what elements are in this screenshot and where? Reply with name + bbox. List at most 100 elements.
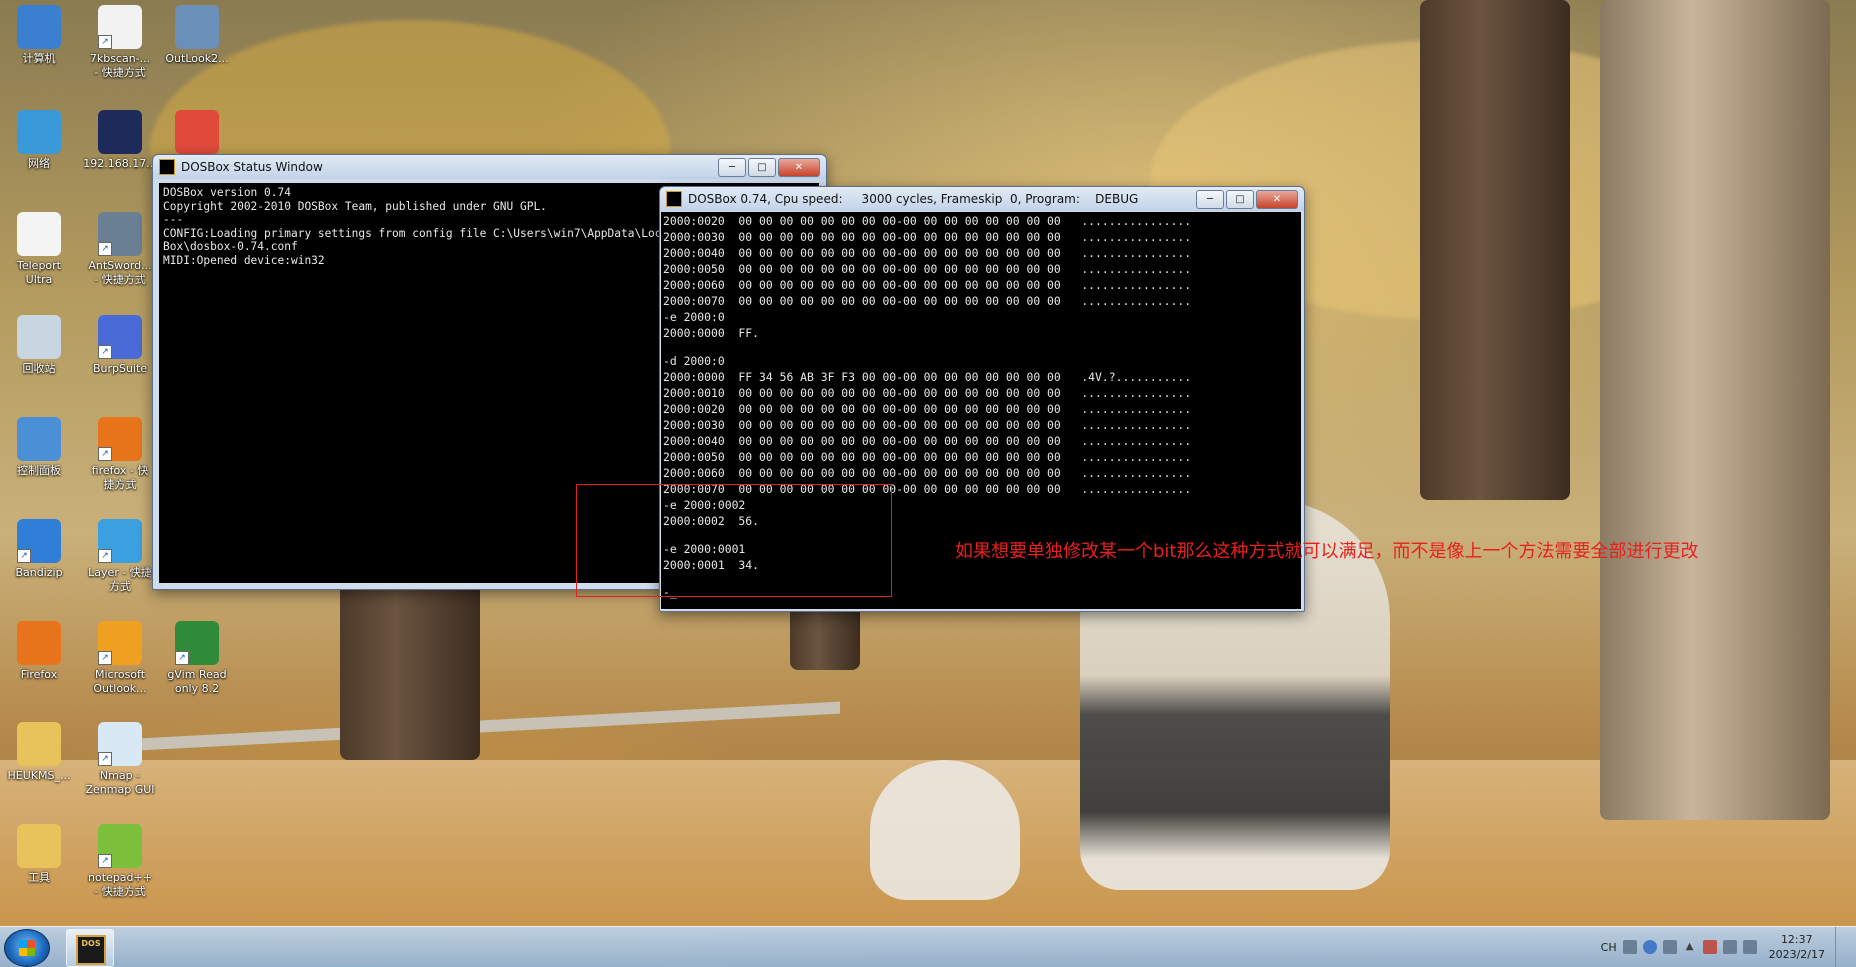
start-button[interactable] <box>4 929 50 967</box>
shortcut-arrow-icon: ↗ <box>98 854 112 868</box>
firefox-icon <box>17 621 61 665</box>
desktop-icon[interactable] <box>158 110 236 157</box>
desktop-icon-label: 计算机 <box>22 52 56 65</box>
windows-logo-icon <box>19 940 35 956</box>
layer-icon: ↗ <box>98 519 142 563</box>
desktop-icon[interactable]: OutLook2... <box>158 5 236 66</box>
network-status-icon[interactable] <box>1722 940 1737 954</box>
annotation-note: 如果想要单独修改某一个bit那么这种方式就可以满足，而不是像上一个方法需要全部进… <box>955 541 1699 562</box>
desktop-icon[interactable]: ↗ AntSword... - 快捷方式 <box>81 212 159 287</box>
console-line: 2000:0020 00 00 00 00 00 00 00 00-00 00 … <box>663 214 1192 228</box>
desktop-icon[interactable]: ↗ firefox - 快 捷方式 <box>81 417 159 492</box>
notepadpp-icon: ↗ <box>98 824 142 868</box>
dosbox-icon <box>159 159 175 175</box>
desktop-icon[interactable]: 控制面板 <box>0 417 78 478</box>
ime-settings-icon[interactable] <box>1662 940 1677 954</box>
desktop-icon[interactable]: ↗ gVim Read only 8.2 <box>158 621 236 696</box>
dosbox-icon: DOS <box>76 935 106 965</box>
shortcut-arrow-icon: ↗ <box>98 651 112 665</box>
computer-icon <box>17 5 61 49</box>
close-button[interactable]: ✕ <box>778 157 820 177</box>
desktop-icon[interactable]: ↗ BurpSuite <box>81 315 159 376</box>
desktop-icon[interactable]: ↗ Layer - 快捷 方式 <box>81 519 159 594</box>
desktop-icon-label: notepad++ - 快捷方式 <box>88 871 152 898</box>
maximize-button[interactable]: □ <box>748 157 776 177</box>
outlook-icon: ↗ <box>98 621 142 665</box>
desktop-icon-label: Teleport Ultra <box>17 259 61 286</box>
desktop-icon-label: 回收站 <box>22 362 56 375</box>
control-panel-icon <box>17 417 61 461</box>
desktop-icon[interactable]: ↗ notepad++ - 快捷方式 <box>81 824 159 899</box>
console-line: -d 2000:0 <box>663 353 725 368</box>
taskbar-dosbox-button[interactable]: DOS <box>66 929 114 967</box>
console-line: 2000:0050 00 00 00 00 00 00 00 00-00 00 … <box>663 262 1192 277</box>
wallpaper-tree <box>1600 0 1830 820</box>
console-line: 2000:0050 00 00 00 00 00 00 00 00-00 00 … <box>663 450 1192 465</box>
language-indicator[interactable]: CH <box>1601 941 1617 954</box>
minimize-button[interactable]: ─ <box>718 157 746 177</box>
dosbox-window-title: DOSBox 0.74, Cpu speed: 3000 cycles, Fra… <box>688 192 1139 206</box>
teleport-icon <box>17 212 61 256</box>
desktop-icon-label: firefox - 快 捷方式 <box>91 464 149 491</box>
shortcut-arrow-icon: ↗ <box>98 447 112 461</box>
close-button[interactable]: ✕ <box>1256 189 1298 209</box>
burpsuite-icon: ↗ <box>98 315 142 359</box>
desktop-icon[interactable]: ↗ 7kbscan-... - 快捷方式 <box>81 5 159 80</box>
system-tray: CH ▲ 12:37 2023/2/17 <box>1601 927 1856 967</box>
desktop-icon[interactable]: ↗ Nmap - Zenmap GUI <box>81 722 159 797</box>
desktop-icon-label: Nmap - Zenmap GUI <box>85 769 155 796</box>
shortcut-arrow-icon: ↗ <box>98 549 112 563</box>
desktop-icon-label: 控制面板 <box>17 464 61 477</box>
console-line: 2000:0000 FF 34 56 AB 3F F3 00 00-00 00 … <box>663 369 1192 384</box>
wallpaper-curb <box>140 701 840 751</box>
show-desktop-button[interactable] <box>1835 927 1848 967</box>
desktop-icon[interactable]: 工具 <box>0 824 78 885</box>
desktop-icon-label: 192.168.17... <box>83 157 157 170</box>
minimize-button[interactable]: ─ <box>1196 189 1224 209</box>
firefox-icon: ↗ <box>98 417 142 461</box>
app-7-icon: ↗ <box>98 5 142 49</box>
shortcut-arrow-icon: ↗ <box>175 651 189 665</box>
desktop-icon-label: gVim Read only 8.2 <box>167 668 227 695</box>
antsword-icon: ↗ <box>98 212 142 256</box>
desktop-icon[interactable]: 192.168.17... <box>81 110 159 171</box>
desktop-icon[interactable]: ↗ Bandizip <box>0 519 78 580</box>
folder-icon <box>17 722 61 766</box>
desktop-icon-label: 7kbscan-... - 快捷方式 <box>89 52 151 79</box>
clock-time: 12:37 <box>1780 933 1813 946</box>
desktop-icon-label: Bandizip <box>15 566 63 579</box>
volume-icon[interactable] <box>1742 940 1757 954</box>
flag-icon[interactable] <box>1702 940 1717 954</box>
firefox-dev-icon <box>98 110 142 154</box>
recycle-bin-icon <box>17 315 61 359</box>
desktop-icon[interactable]: Firefox <box>0 621 78 682</box>
desktop-icon[interactable]: ↗ Microsoft Outlook... <box>81 621 159 696</box>
bandizip-icon: ↗ <box>17 519 61 563</box>
show-hidden-icons-icon[interactable]: ▲ <box>1683 940 1697 954</box>
dosbox-window-titlebar[interactable]: DOSBox 0.74, Cpu speed: 3000 cycles, Fra… <box>660 187 1304 211</box>
wallpaper-tree <box>1420 0 1570 500</box>
console-line: 2000:0060 00 00 00 00 00 00 00 00-00 00 … <box>663 466 1192 481</box>
desktop-icon[interactable]: HEUKMS_... <box>0 722 78 783</box>
desktop-icon-label: OutLook2... <box>165 52 229 65</box>
dosbox-icon <box>666 191 682 207</box>
status-window-title: DOSBox Status Window <box>181 160 323 174</box>
desktop-icon[interactable]: 计算机 <box>0 5 78 66</box>
help-icon[interactable] <box>1642 940 1657 954</box>
outlook-setup-icon <box>175 5 219 49</box>
console-line: 2000:0030 00 00 00 00 00 00 00 00-00 00 … <box>663 230 1192 245</box>
desktop-icon-label: BurpSuite <box>92 362 148 375</box>
status-window-titlebar[interactable]: DOSBox Status Window ─ □ ✕ <box>153 155 826 179</box>
taskbar: DOS CH ▲ 12:37 2023/2/17 <box>0 926 1856 967</box>
keyboard-icon[interactable] <box>1622 940 1637 954</box>
console-line: 2000:0060 00 00 00 00 00 00 00 00-00 00 … <box>663 278 1192 293</box>
desktop-icon-label: 工具 <box>28 871 50 884</box>
desktop-icon[interactable]: Teleport Ultra <box>0 212 78 287</box>
desktop-icon[interactable]: 网络 <box>0 110 78 171</box>
desktop-icon-label: Microsoft Outlook... <box>93 668 147 695</box>
console-line: 2000:0030 00 00 00 00 00 00 00 00-00 00 … <box>663 417 1192 432</box>
gvim-icon: ↗ <box>175 621 219 665</box>
clock[interactable]: 12:37 2023/2/17 <box>1769 932 1825 962</box>
maximize-button[interactable]: □ <box>1226 189 1254 209</box>
desktop-icon[interactable]: 回收站 <box>0 315 78 376</box>
